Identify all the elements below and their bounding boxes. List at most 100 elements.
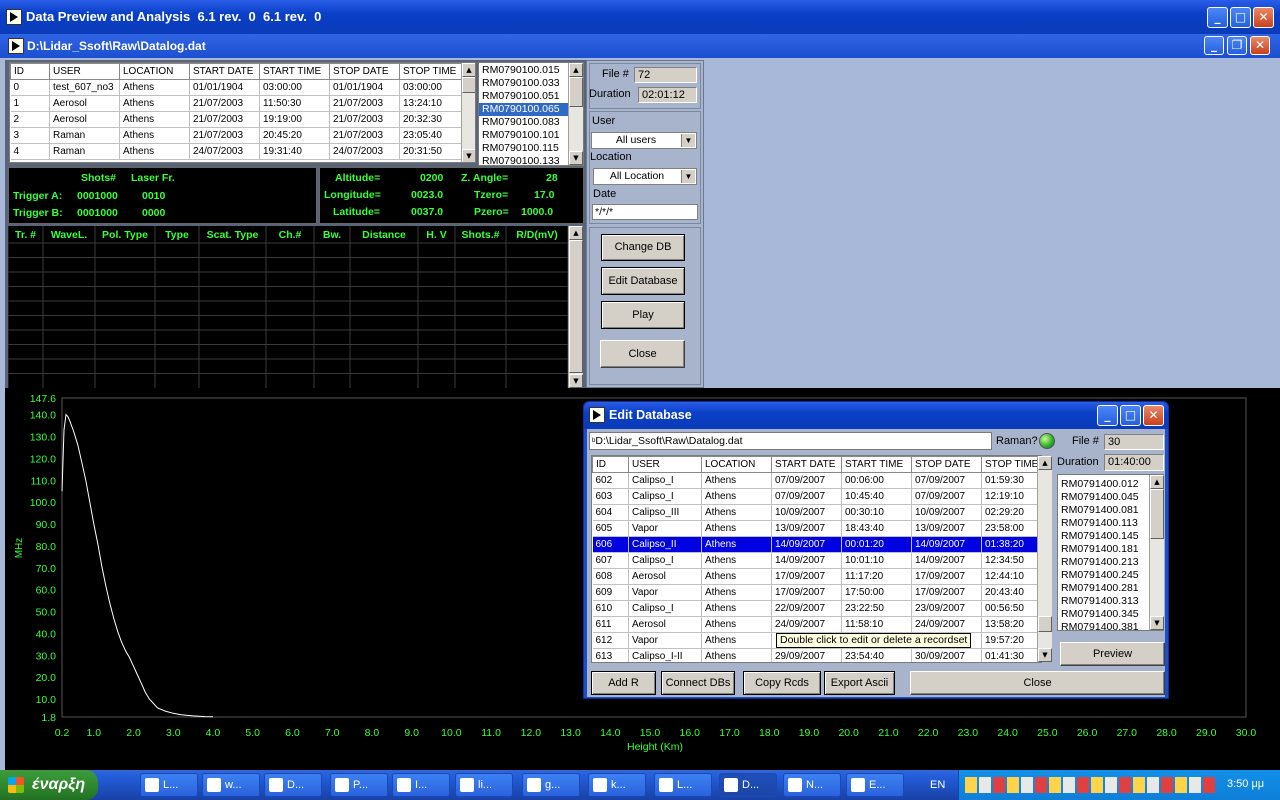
scroll-thumb[interactable] (462, 77, 475, 93)
file-list-item[interactable]: RM0791400.213 (1058, 556, 1163, 569)
file-list-item[interactable]: RM0791400.145 (1058, 530, 1163, 543)
transient-table-container[interactable]: Tr. # WaveL. Pol. Type Type Scat. Type Ch.# Bw… (8, 226, 568, 388)
taskbar-button[interactable]: g... (522, 773, 580, 797)
edit-db-maximize-button[interactable]: □ (1120, 405, 1141, 426)
taskbar-button[interactable]: D... (719, 773, 777, 797)
start-button[interactable]: έναρξη (0, 770, 98, 800)
table-row[interactable]: 610 Calipso_I Athens 22/09/2007 23:22:50 23/0… (592, 600, 1041, 617)
taskbar-button[interactable]: w... (202, 773, 260, 797)
scroll-up-arrow[interactable]: ▲ (1038, 456, 1052, 470)
dropdown-arrow-icon[interactable]: ▼ (681, 134, 695, 147)
copy-records-button[interactable]: Copy Rcds (743, 671, 821, 695)
file-list-item[interactable]: RM0791400.245 (1058, 569, 1163, 582)
add-record-button[interactable]: Add R (591, 671, 656, 695)
column-header[interactable]: USER (628, 456, 702, 473)
file-list-scrollbar[interactable]: ▲ ▼ (568, 63, 583, 165)
scroll-down-arrow[interactable]: ▼ (1150, 616, 1164, 630)
column-header[interactable]: START TIME (841, 456, 912, 473)
file-list-item[interactable]: RM0791400.313 (1058, 595, 1163, 608)
file-list-item[interactable]: RM0791400.113 (1058, 517, 1163, 530)
column-header[interactable]: STOP DATE (911, 456, 982, 473)
edit-db-close-button-bottom[interactable]: Close (910, 671, 1165, 695)
edit-db-title-bar[interactable]: Edit Database _ □ ✕ (584, 402, 1168, 429)
edit-db-table-scrollbar[interactable]: ▲ ▼ (1037, 456, 1052, 662)
taskbar-button[interactable]: L... (654, 773, 712, 797)
records-table-container[interactable]: ID USER LOCATION START DATE START TIME STOP D… (9, 62, 476, 163)
scroll-down-arrow[interactable]: ▼ (569, 374, 583, 388)
table-row[interactable]: 603 Calipso_I Athens 07/09/2007 10:45:40 07/0… (592, 488, 1041, 505)
edit-db-close-button[interactable]: ✕ (1143, 405, 1164, 426)
column-header[interactable]: START DATE (189, 63, 260, 80)
table-row[interactable]: 4 Raman Athens 24/07/2003 19:31:40 24/07/2003… (10, 143, 463, 160)
column-header[interactable]: START DATE (771, 456, 842, 473)
column-header[interactable]: START TIME (259, 63, 330, 80)
transient-scrollbar[interactable]: ▲ ▼ (568, 226, 583, 388)
db-path-field[interactable]: ᵇD:\Lidar_Ssoft\Raw\Datalog.dat (589, 432, 992, 450)
file-list-item[interactable]: RM0791400.345 (1058, 608, 1163, 621)
column-header[interactable]: LOCATION (119, 63, 190, 80)
records-scrollbar[interactable]: ▲ ▼ (461, 63, 475, 162)
scroll-thumb[interactable] (1150, 489, 1164, 539)
date-input[interactable]: */*/* (592, 204, 698, 220)
tray-icons[interactable] (965, 777, 1215, 793)
scroll-up-arrow[interactable]: ▲ (1150, 475, 1164, 489)
table-row[interactable]: 604 Calipso_III Athens 10/09/2007 00:30:10 10… (592, 504, 1041, 521)
edit-db-records-table[interactable]: ID USER LOCATION START DATE START TIME STOP D… (592, 456, 1041, 662)
table-row[interactable]: 605 Vapor Athens 13/09/2007 18:43:40 13/09/20… (592, 520, 1041, 537)
table-row[interactable]: 602 Calipso_I Athens 07/09/2007 00:06:00 07/0… (592, 472, 1041, 489)
child-restore-button[interactable]: ❐ (1227, 36, 1247, 55)
edit-db-minimize-button[interactable]: _ (1097, 405, 1118, 426)
clock[interactable]: 3:50 μμ (1227, 778, 1264, 790)
table-row[interactable]: 2 Aerosol Athens 21/07/2003 19:19:00 21/07/20… (10, 111, 463, 128)
taskbar-button[interactable]: k... (588, 773, 646, 797)
taskbar-button[interactable]: L... (140, 773, 198, 797)
edit-db-file-scrollbar[interactable]: ▲ ▼ (1149, 475, 1164, 630)
taskbar-button[interactable]: N... (783, 773, 841, 797)
edit-database-button[interactable]: Edit Database (601, 267, 685, 295)
play-button[interactable]: Play (601, 301, 685, 329)
table-row[interactable]: 609 Vapor Athens 17/09/2007 17:50:00 17/09/20… (592, 584, 1041, 601)
scroll-thumb[interactable] (569, 240, 583, 373)
column-header[interactable]: USER (49, 63, 120, 80)
close-window-button[interactable]: ✕ (1253, 7, 1274, 28)
file-list-item[interactable]: RM0791400.181 (1058, 543, 1163, 556)
column-header[interactable]: STOP TIME (981, 456, 1041, 473)
scroll-up-arrow[interactable]: ▲ (569, 226, 583, 240)
export-ascii-button[interactable]: Export Ascii (824, 671, 895, 695)
scroll-down-arrow[interactable]: ▼ (569, 151, 583, 165)
child-minimize-button[interactable]: _ (1204, 36, 1224, 55)
file-list-item[interactable]: RM0791400.381 (1058, 621, 1163, 630)
table-row[interactable]: 607 Calipso_I Athens 14/09/2007 10:01:10 14/0… (592, 552, 1041, 569)
language-indicator[interactable]: EN (930, 779, 945, 791)
file-list-item[interactable]: RM0791400.045 (1058, 491, 1163, 504)
edit-db-file-list[interactable]: RM0791400.012 RM0791400.045 RM0791400.081 R… (1057, 474, 1164, 631)
scroll-thumb[interactable] (569, 77, 583, 107)
scroll-down-arrow[interactable]: ▼ (462, 149, 475, 162)
column-header[interactable]: LOCATION (701, 456, 772, 473)
minimize-button[interactable]: _ (1207, 7, 1228, 28)
column-header[interactable]: STOP TIME (399, 63, 463, 80)
table-row[interactable]: 0 test_607_no3 Athens 01/01/1904 03:00:00 01/… (10, 79, 463, 96)
child-title-bar[interactable]: D:\Lidar_Ssoft\Raw\Datalog.dat _ ❐ ✕ (0, 34, 1280, 58)
close-button[interactable]: Close (600, 340, 685, 368)
file-list-item[interactable]: RM0791400.012 (1058, 478, 1163, 491)
location-dropdown[interactable]: All Location ▼ (593, 168, 697, 185)
raman-led-indicator[interactable] (1039, 433, 1055, 449)
connect-dbs-button[interactable]: Connect DBs (661, 671, 735, 695)
scroll-up-arrow[interactable]: ▲ (569, 63, 583, 77)
column-header[interactable]: ID (592, 456, 629, 473)
maximize-button[interactable]: □ (1230, 7, 1251, 28)
preview-button[interactable]: Preview (1060, 642, 1165, 666)
table-row[interactable]: 613 Calipso_I-II Athens 29/09/2007 23:54:40 3… (592, 648, 1041, 662)
dropdown-arrow-icon[interactable]: ▼ (681, 170, 695, 183)
main-title-bar[interactable]: Data Preview and Analysis 6.1 rev. 0 6.1… (0, 0, 1280, 34)
scroll-up-arrow[interactable]: ▲ (462, 63, 475, 77)
records-table[interactable]: ID USER LOCATION START DATE START TIME STOP D… (10, 63, 463, 160)
scroll-down-arrow[interactable]: ▼ (1038, 648, 1052, 662)
child-close-button[interactable]: ✕ (1250, 36, 1270, 55)
table-row[interactable]: 1 Aerosol Athens 21/07/2003 11:50:30 21/07/20… (10, 95, 463, 112)
taskbar-button[interactable]: P... (330, 773, 388, 797)
taskbar-button[interactable]: I... (392, 773, 450, 797)
scroll-thumb[interactable] (1038, 616, 1052, 632)
table-row[interactable]: 606 Calipso_II Athens 14/09/2007 00:01:20 14/… (592, 536, 1041, 553)
